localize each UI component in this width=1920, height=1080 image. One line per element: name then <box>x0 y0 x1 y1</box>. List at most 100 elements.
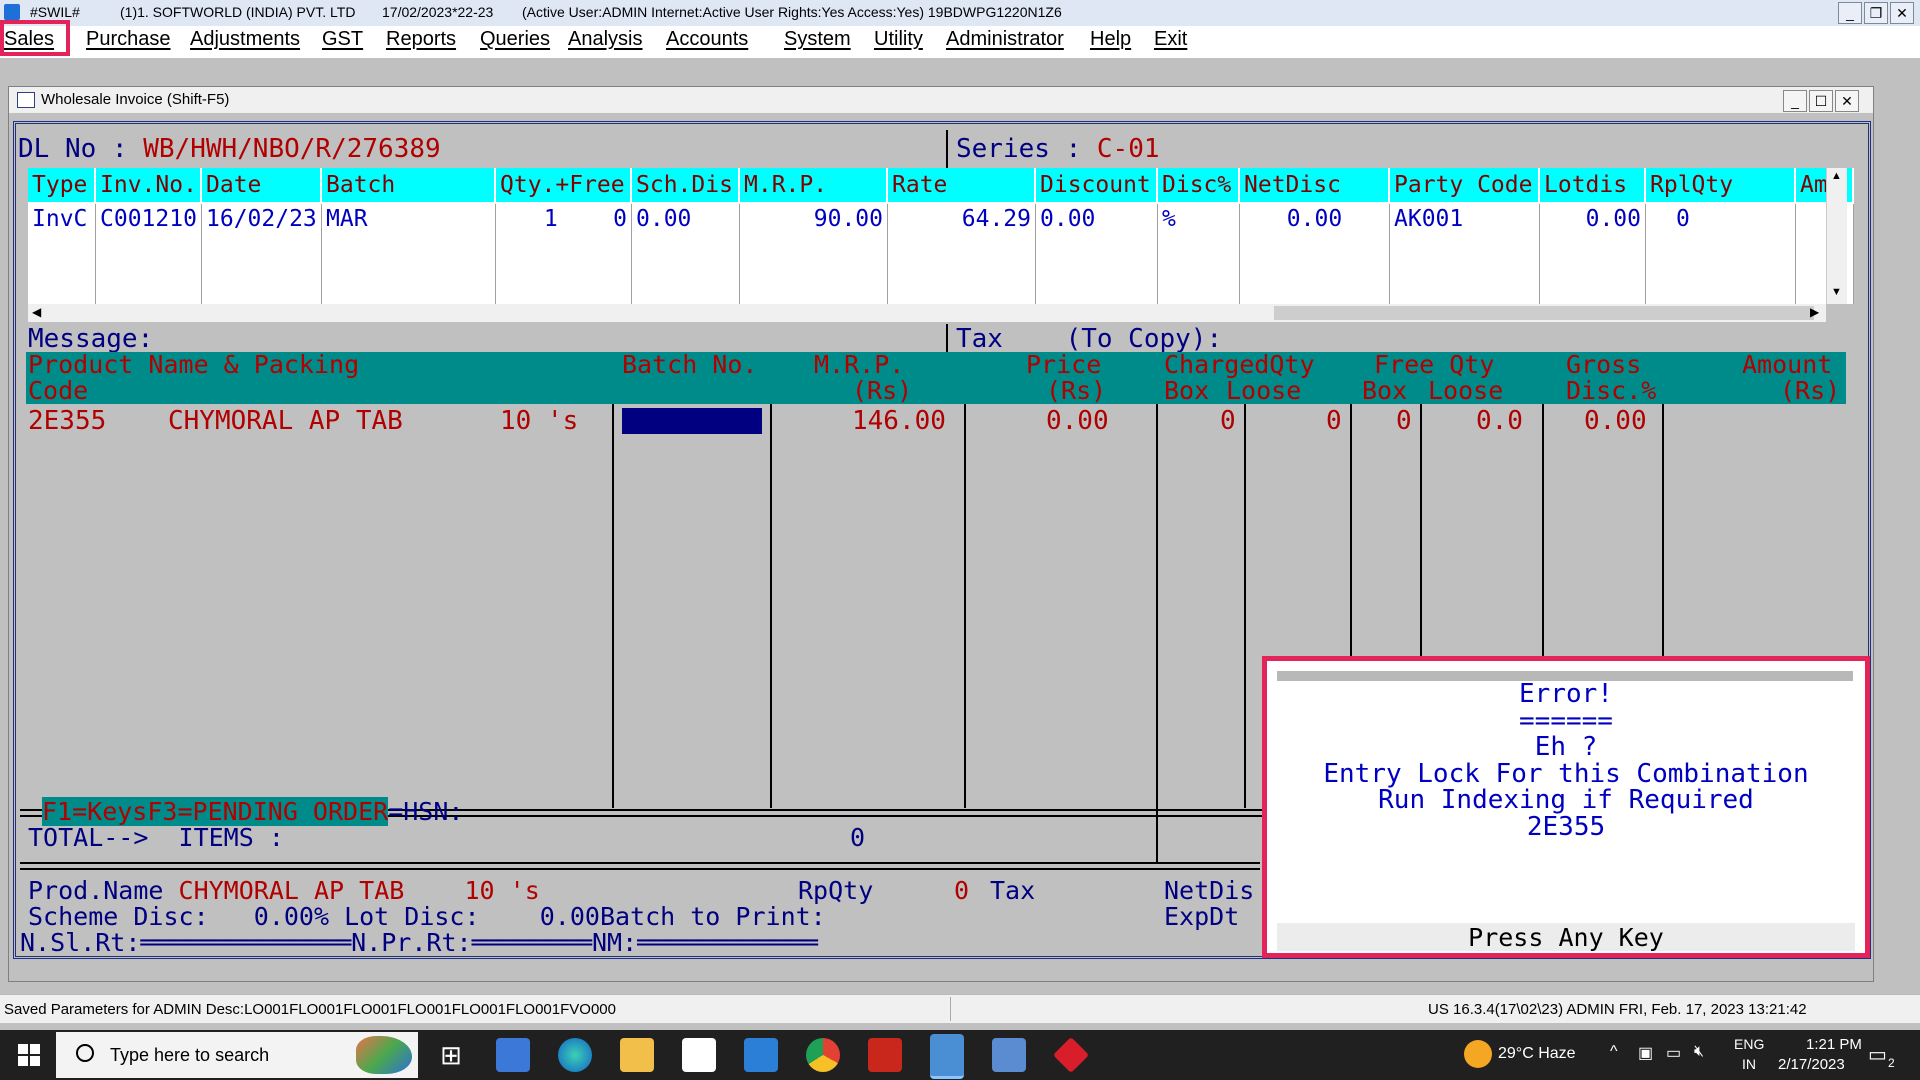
menu-exit[interactable]: Exit <box>1154 28 1187 51</box>
scroll-up-arrow-icon[interactable]: ▲ <box>1831 170 1842 182</box>
col-rate[interactable]: Rate <box>888 168 1036 202</box>
col-rplqty[interactable]: RplQty <box>1646 168 1796 202</box>
language-top[interactable]: ENG <box>1734 1036 1764 1052</box>
error-dialog[interactable]: Error! ====== Eh ? Entry Lock For this C… <box>1262 656 1870 958</box>
network-icon[interactable]: ▭ <box>1666 1043 1681 1063</box>
col-sch-dis[interactable]: Sch.Dis <box>632 168 740 202</box>
f1-keys-hint[interactable]: F1=Keys <box>42 797 148 826</box>
col-mrp[interactable]: M.R.P. <box>740 168 888 202</box>
file-share-icon[interactable] <box>496 1038 530 1072</box>
col-qty-free[interactable]: Qty.+Free <box>496 168 632 202</box>
item-pack[interactable]: 10 's <box>500 406 578 436</box>
item-code[interactable]: 2E355 <box>28 406 106 436</box>
row-rplqty[interactable]: 0 <box>1646 204 1796 304</box>
chrome-browser-icon[interactable] <box>806 1038 840 1072</box>
history-vertical-scrollbar[interactable]: ▲ ▼ <box>1826 168 1847 304</box>
scroll-right-arrow-icon[interactable]: ▶ <box>1810 305 1819 319</box>
col-lotdis[interactable]: Lotdis <box>1540 168 1646 202</box>
menu-administrator[interactable]: Administrator <box>946 28 1064 51</box>
item-price[interactable]: 0.00 <box>1046 406 1109 436</box>
scroll-left-arrow-icon[interactable]: ◀ <box>32 305 41 319</box>
row-party-code[interactable]: AK001 <box>1390 204 1540 304</box>
tray-app-icon[interactable]: ▣ <box>1638 1043 1653 1063</box>
invoice-close-button[interactable]: ✕ <box>1835 90 1859 112</box>
swil-app-icon[interactable] <box>930 1034 964 1079</box>
tray-chevron-up-icon[interactable]: ^ <box>1610 1043 1618 1061</box>
weather-text[interactable]: 29°C Haze <box>1498 1045 1576 1063</box>
scroll-thumb[interactable] <box>1274 306 1814 320</box>
row-batch[interactable]: MAR <box>322 204 496 304</box>
row-qty-free[interactable]: 1 0 <box>496 204 632 304</box>
col-discount[interactable]: Discount <box>1036 168 1158 202</box>
invoice-maximize-button[interactable]: ☐ <box>1809 90 1833 112</box>
col-divider <box>1156 404 1158 808</box>
menu-help[interactable]: Help <box>1090 28 1131 51</box>
footer-col-divider <box>1156 808 1158 864</box>
col-inv-no[interactable]: Inv.No. <box>96 168 202 202</box>
col-type[interactable]: Type <box>28 168 96 202</box>
language-bottom[interactable]: IN <box>1742 1056 1756 1072</box>
history-horizontal-scrollbar[interactable]: ◀ ▶ <box>28 304 1826 322</box>
row-mrp[interactable]: 90.00 <box>740 204 888 304</box>
header-separator <box>946 130 948 168</box>
menu-accounts[interactable]: Accounts <box>666 28 748 51</box>
col-date[interactable]: Date <box>202 168 322 202</box>
close-button[interactable]: ✕ <box>1890 2 1914 24</box>
item-charged-loose[interactable]: 0 <box>1326 406 1342 436</box>
calculator-icon[interactable] <box>992 1038 1026 1072</box>
scroll-down-arrow-icon[interactable]: ▼ <box>1831 286 1842 298</box>
invoice-minimize-button[interactable]: _ <box>1783 90 1807 112</box>
volume-muted-icon[interactable]: 🔇︎ <box>1694 1043 1704 1061</box>
hdr-batch-no: Batch No. <box>622 350 758 379</box>
taskbar-search[interactable]: Type here to search <box>56 1032 418 1078</box>
menu-adjustments[interactable]: Adjustments <box>190 28 300 51</box>
item-mrp[interactable]: 146.00 <box>852 406 946 436</box>
file-explorer-icon[interactable] <box>620 1038 654 1072</box>
col-party-code[interactable]: Party Code <box>1390 168 1540 202</box>
red-app-icon[interactable] <box>1052 1036 1090 1074</box>
task-view-icon[interactable]: ⊞ <box>434 1038 468 1072</box>
col-batch[interactable]: Batch <box>322 168 496 202</box>
row-inv-no[interactable]: C001210 <box>96 204 202 304</box>
row-rate[interactable]: 64.29 <box>888 204 1036 304</box>
window-menu-icon[interactable] <box>17 92 35 108</box>
row-discount[interactable]: 0.00 <box>1036 204 1158 304</box>
total-items-value: 0 <box>850 823 866 852</box>
history-grid[interactable]: Type Inv.No. Date Batch Qty.+Free Sch.Di… <box>28 168 1854 304</box>
clock-time[interactable]: 1:21 PM <box>1806 1036 1862 1053</box>
item-charged-box[interactable]: 0 <box>1220 406 1236 436</box>
menu-reports[interactable]: Reports <box>386 28 456 51</box>
item-free-box[interactable]: 0 <box>1396 406 1412 436</box>
row-type[interactable]: InvC <box>28 204 96 304</box>
row-lotdis[interactable]: 0.00 <box>1540 204 1646 304</box>
windows-start-icon[interactable] <box>18 1044 40 1066</box>
menu-gst[interactable]: GST <box>322 28 363 51</box>
menu-analysis[interactable]: Analysis <box>568 28 642 51</box>
store-icon[interactable] <box>682 1038 716 1072</box>
menu-purchase[interactable]: Purchase <box>86 28 171 51</box>
notifications-icon[interactable]: ▭ <box>1868 1042 1887 1067</box>
col-netdisc[interactable]: NetDisc <box>1240 168 1390 202</box>
netdis-label: NetDis <box>1164 876 1255 905</box>
row-netdisc[interactable]: 0.00 <box>1240 204 1390 304</box>
mail-icon[interactable] <box>744 1038 778 1072</box>
item-gross-disc[interactable]: 0.00 <box>1584 406 1647 436</box>
f3-pending-order-hint[interactable]: F3=PENDING ORDER <box>147 797 389 826</box>
press-any-key-prompt[interactable]: Press Any Key <box>1277 923 1855 952</box>
menu-utility[interactable]: Utility <box>874 28 923 51</box>
minimize-button[interactable]: _ <box>1838 2 1862 24</box>
edge-browser-icon[interactable] <box>558 1038 592 1072</box>
row-sch-dis[interactable]: 0.00 <box>632 204 740 304</box>
item-free-loose[interactable]: 0.0 <box>1476 406 1523 436</box>
weather-icon[interactable] <box>1464 1040 1492 1068</box>
col-disc-pct[interactable]: Disc% <box>1158 168 1240 202</box>
clock-date[interactable]: 2/17/2023 <box>1778 1056 1845 1073</box>
row-disc-pct[interactable]: % <box>1158 204 1240 304</box>
batch-no-input-cursor[interactable] <box>622 408 762 434</box>
menu-system[interactable]: System <box>784 28 851 51</box>
restore-button[interactable]: ❐ <box>1864 2 1888 24</box>
filezilla-icon[interactable] <box>868 1038 902 1072</box>
item-name[interactable]: CHYMORAL AP TAB <box>168 406 403 436</box>
row-date[interactable]: 16/02/23 <box>202 204 322 304</box>
menu-queries[interactable]: Queries <box>480 28 550 51</box>
